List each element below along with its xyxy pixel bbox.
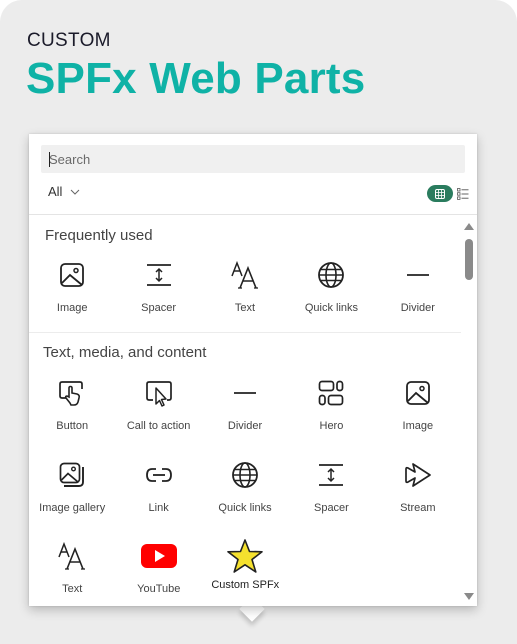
image-gallery-icon	[59, 462, 85, 487]
stream-icon	[404, 463, 431, 487]
tile-stream[interactable]: Stream	[375, 458, 461, 514]
image-icon	[60, 263, 85, 287]
globe-icon	[232, 462, 258, 488]
section-title-frequently-used: Frequently used	[45, 227, 153, 244]
tile-hero[interactable]: Hero	[288, 376, 374, 432]
chevron-down-icon	[71, 189, 80, 195]
tile-youtube[interactable]: YouTube	[116, 539, 203, 595]
tile-label: Spacer	[141, 302, 177, 314]
grid-view-button[interactable]	[427, 185, 453, 202]
tile-label: Quick links	[218, 502, 272, 514]
divider-icon	[234, 392, 257, 394]
tile-text[interactable]: Text	[202, 258, 288, 314]
content-row-2: Image gallery Link Quick links Spacer St…	[29, 458, 461, 514]
divider-icon	[406, 274, 429, 276]
star-icon	[227, 539, 264, 573]
call-to-action-icon	[145, 381, 172, 407]
view-toggle	[427, 185, 470, 202]
tile-divider[interactable]: Divider	[375, 258, 461, 314]
hero-icon	[319, 380, 344, 406]
tile-button[interactable]: Button	[29, 376, 115, 432]
text-caret	[49, 152, 50, 167]
vertical-scrollbar[interactable]	[461, 215, 477, 606]
search-input[interactable]	[41, 145, 465, 173]
tile-label: Image gallery	[39, 502, 106, 514]
background-card: CUSTOM SPFx Web Parts All	[0, 0, 517, 644]
youtube-icon	[140, 544, 177, 568]
tile-label: Call to action	[126, 420, 191, 432]
page-title: SPFx Web Parts	[26, 54, 366, 103]
tile-label: Button	[56, 420, 89, 432]
section-title-text-media-content: Text, media, and content	[43, 344, 207, 361]
button-icon	[59, 381, 84, 406]
text-icon	[231, 261, 259, 289]
link-icon	[145, 468, 172, 482]
tile-image[interactable]: Image	[29, 258, 115, 314]
tile-label: Divider	[227, 420, 263, 432]
tile-label: Image	[402, 420, 434, 432]
eyebrow-label: CUSTOM	[27, 30, 111, 51]
search-box[interactable]	[41, 145, 465, 173]
tile-quick-links[interactable]: Quick links	[202, 458, 288, 514]
spacer-icon	[146, 264, 171, 286]
tile-spacer[interactable]: Spacer	[115, 258, 201, 314]
web-part-toolbox: All	[29, 134, 477, 606]
tile-label: Text	[62, 583, 83, 595]
list-icon	[457, 187, 469, 200]
tile-divider[interactable]: Divider	[202, 376, 288, 432]
category-filter-dropdown[interactable]: All	[48, 184, 80, 199]
scroll-up-arrow-icon[interactable]	[464, 223, 474, 230]
tile-spacer[interactable]: Spacer	[288, 458, 374, 514]
tile-label: Stream	[400, 502, 436, 514]
tile-label: Link	[148, 502, 169, 514]
spacer-icon	[319, 464, 344, 486]
tile-image-gallery[interactable]: Image gallery	[29, 458, 115, 514]
grid-icon	[435, 188, 445, 199]
scroll-down-arrow-icon[interactable]	[464, 593, 474, 600]
tile-link[interactable]: Link	[115, 458, 201, 514]
tile-label: Custom SPFx	[211, 579, 280, 591]
image-icon	[405, 381, 430, 405]
tile-label: Spacer	[313, 502, 349, 514]
tile-label: Divider	[400, 302, 435, 314]
globe-icon	[318, 262, 345, 288]
tile-label: Image	[56, 302, 88, 314]
tile-call-to-action[interactable]: Call to action	[115, 376, 201, 432]
tile-label: Quick links	[304, 302, 359, 314]
category-filter-value: All	[48, 184, 63, 199]
tile-image[interactable]: Image	[375, 376, 461, 432]
text-icon	[58, 542, 86, 570]
tile-quick-links[interactable]: Quick links	[288, 258, 374, 314]
web-part-list: Frequently used Image Spacer Text Quick …	[29, 215, 461, 606]
scrollbar-thumb[interactable]	[465, 239, 473, 280]
content-row-1: Button Call to action Divider Hero Image	[29, 376, 461, 432]
content-row-3: Text YouTube Custom SPFx	[29, 539, 461, 595]
list-view-button[interactable]	[456, 187, 470, 201]
section-divider	[29, 332, 461, 333]
tile-text[interactable]: Text	[29, 539, 116, 595]
tile-label: Text	[234, 302, 256, 314]
tile-label: Hero	[319, 420, 344, 432]
frequently-used-row: Image Spacer Text Quick links Divider	[29, 258, 461, 314]
tile-custom-spfx[interactable]: Custom SPFx	[202, 539, 289, 595]
tile-label: YouTube	[137, 583, 181, 595]
